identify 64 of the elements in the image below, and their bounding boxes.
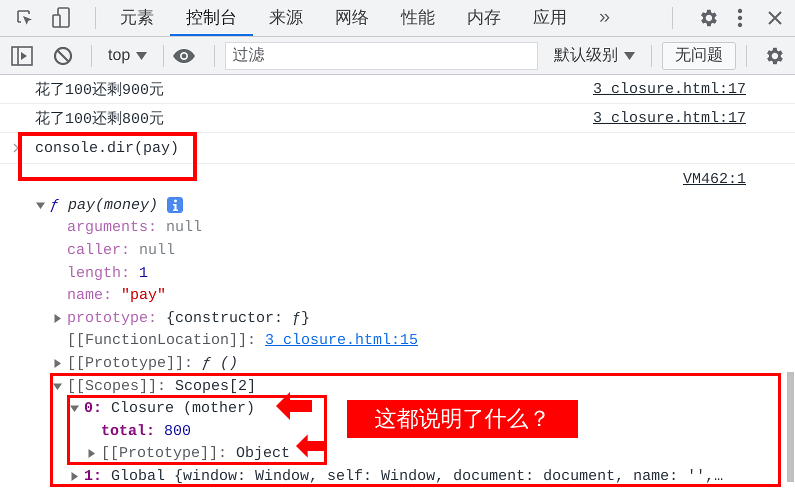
property-value: Scopes[2]: [175, 378, 256, 395]
source-link[interactable]: VM462:1: [682, 170, 746, 188]
property-value: 800: [164, 422, 192, 440]
eye-icon[interactable]: [172, 48, 196, 64]
issues-button[interactable]: 无问题: [662, 42, 736, 70]
caret-icon: [624, 52, 635, 60]
property-value: ƒ (): [202, 354, 238, 372]
collapsed-arrow-icon[interactable]: [87, 449, 96, 458]
function-sign: ƒ: [50, 196, 60, 214]
property-value: Closure (mother): [111, 400, 256, 418]
clear-console-icon[interactable]: [53, 46, 73, 66]
property-key: prototype:: [67, 310, 158, 327]
collapsed-arrow-icon[interactable]: [70, 472, 79, 481]
caret-icon: [136, 52, 148, 60]
info-icon[interactable]: [167, 197, 184, 214]
sidebar-icon[interactable]: [11, 46, 33, 66]
more-menu-icon[interactable]: [737, 7, 743, 29]
collapsed-arrow-icon[interactable]: [53, 358, 62, 368]
arrow-icon: [276, 392, 312, 420]
panel-tab[interactable]: 性能: [385, 0, 451, 36]
property-value: null: [166, 219, 202, 236]
device-icon[interactable]: [51, 7, 71, 29]
expanded-arrow-icon[interactable]: [70, 404, 79, 414]
property-key: caller:: [67, 242, 130, 259]
property-key: name:: [67, 287, 112, 304]
property-key: total:: [101, 422, 156, 440]
property-value: Global {window: Window, self: Window, document: document, name: '',…: [111, 468, 724, 485]
property-value: "pay": [121, 287, 166, 304]
source-link[interactable]: 3_closure.html:17: [592, 110, 746, 126]
log-message: 花了100还剩900元: [35, 80, 164, 98]
annotation-callout: 这都说明了什么？: [347, 400, 578, 438]
property-key: [[Prototype]]:: [67, 354, 194, 372]
property-value: Object: [236, 445, 290, 462]
expanded-arrow-icon[interactable]: [36, 200, 45, 210]
expanded-arrow-icon[interactable]: [53, 382, 62, 391]
property-value: {constructor: ƒ}: [166, 310, 310, 327]
property-key: 1:: [84, 468, 102, 485]
property-key: length:: [67, 264, 130, 282]
source-link[interactable]: 3_closure.html:17: [592, 80, 746, 98]
more-tabs-button[interactable]: »: [583, 0, 626, 36]
panel-tab[interactable]: 元素: [104, 0, 170, 36]
filter-field[interactable]: 过滤: [225, 42, 538, 70]
context-dropdown[interactable]: top: [100, 46, 156, 64]
log-level-dropdown[interactable]: 默认级别: [546, 45, 643, 66]
panel-tab[interactable]: 内存: [451, 0, 517, 36]
arrow-icon: [296, 434, 326, 458]
command-text: console.dir(pay): [35, 140, 180, 156]
scrollbar[interactable]: [787, 372, 794, 482]
property-key: [[Scopes]]:: [67, 378, 166, 395]
property-key: 0:: [84, 400, 102, 418]
function-signature: pay(money): [68, 196, 158, 214]
log-message: 花了100还剩800元: [35, 110, 164, 128]
panel-tab[interactable]: 来源: [253, 0, 319, 36]
collapsed-arrow-icon[interactable]: [53, 314, 62, 323]
panel-tab[interactable]: 应用: [517, 0, 583, 36]
property-key: [[FunctionLocation]]:: [67, 332, 256, 350]
property-value: 1: [139, 264, 148, 282]
source-link[interactable]: 3_closure.html:15: [265, 332, 418, 350]
close-icon[interactable]: [767, 10, 783, 26]
chevron-icon: [13, 143, 19, 153]
property-value: null: [139, 242, 176, 259]
property-key: arguments:: [67, 219, 158, 236]
property-key: [[Prototype]]:: [101, 445, 228, 462]
panel-tab[interactable]: 网络: [319, 0, 385, 36]
